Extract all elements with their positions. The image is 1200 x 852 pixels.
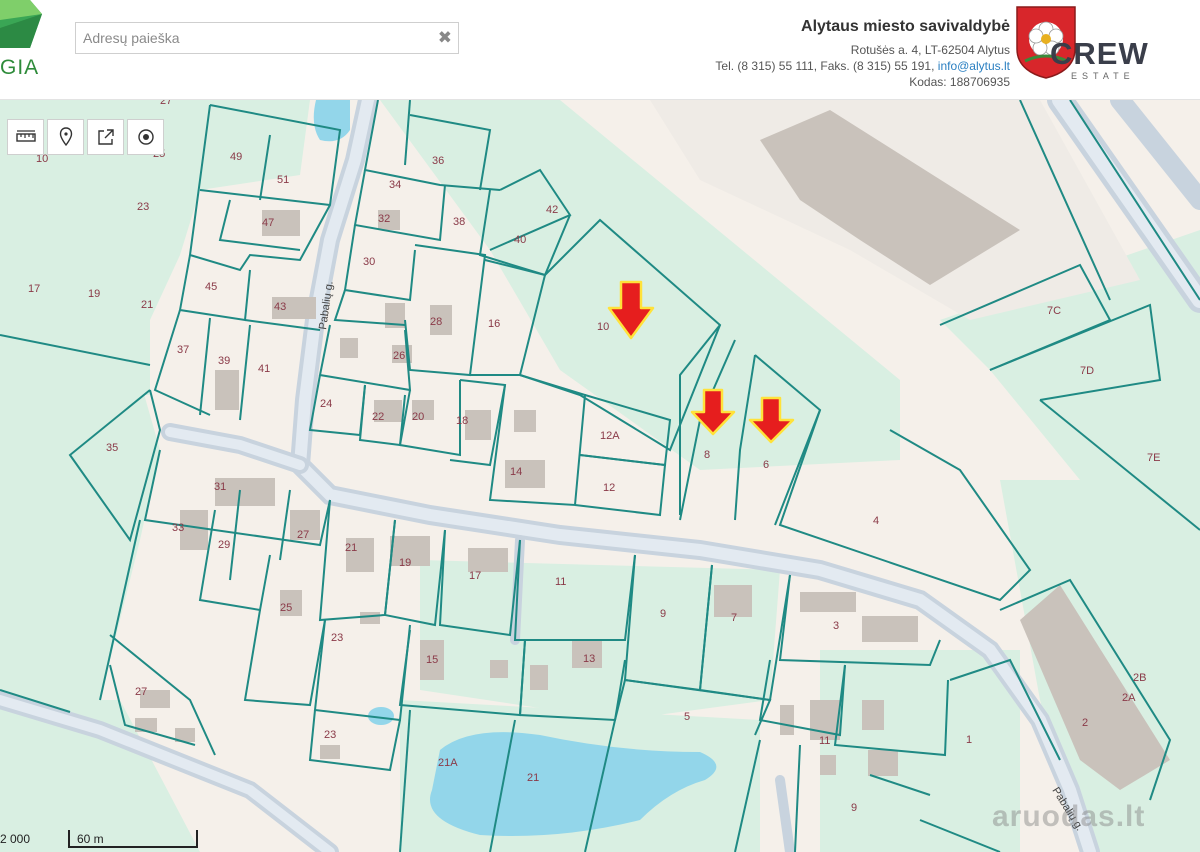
parcel-label: 47 xyxy=(262,217,274,229)
parcel-label: 18 xyxy=(456,415,468,427)
scale-length: 60 m xyxy=(77,832,104,846)
brand-name: CREW xyxy=(1050,36,1149,71)
parcel-label: 29 xyxy=(218,539,230,551)
scale-bar: 2 000 60 m xyxy=(0,830,200,850)
parcel-label: 2 xyxy=(1082,717,1088,729)
parcel-label: 12A xyxy=(600,430,620,442)
parcel-label: 27 xyxy=(160,100,172,107)
parcel-label: 27 xyxy=(297,529,309,541)
parcel-label: 19 xyxy=(88,288,100,300)
parcel-label: 7C xyxy=(1047,305,1061,317)
parcel-label: 27 xyxy=(135,686,147,698)
parcel-label: 22 xyxy=(372,411,384,423)
parcel-label: 9 xyxy=(851,802,857,814)
parcel-label: 14 xyxy=(510,466,522,478)
parcel-label: 12 xyxy=(603,482,615,494)
parcel-label: 28 xyxy=(430,316,442,328)
parcel-label: 40 xyxy=(514,234,526,246)
parcel-label: 11 xyxy=(819,735,830,747)
parcel-label: 23 xyxy=(331,632,343,644)
parcel-label: 19 xyxy=(399,557,411,569)
location-pin-icon xyxy=(59,127,72,147)
municipality-phone: Tel. (8 315) 55 111, Faks. (8 315) 55 19… xyxy=(715,59,935,73)
parcel-label: 17 xyxy=(469,570,481,582)
parcel-label: 33 xyxy=(172,522,184,534)
parcel-label: 49 xyxy=(230,151,242,163)
parcel-label: 25 xyxy=(280,602,292,614)
header: GIA ✖ Alytaus miesto savivaldybė Rotušės… xyxy=(0,0,1200,100)
parcel-label: 23 xyxy=(324,729,336,741)
geoportal-logo[interactable]: GIA xyxy=(0,0,60,100)
scale-ratio: 2 000 xyxy=(0,832,31,846)
parcel-label: 13 xyxy=(583,653,595,665)
parcel-label: 30 xyxy=(363,256,375,268)
parcel-label: 45 xyxy=(205,281,217,293)
logo-text: GIA xyxy=(0,56,40,79)
parcel-label: 39 xyxy=(218,355,230,367)
parcel-label: 35 xyxy=(106,442,118,454)
parcel-label: 21A xyxy=(438,757,458,769)
parcel-label: 36 xyxy=(432,155,444,167)
municipality-email-link[interactable]: info@alytus.lt xyxy=(938,59,1010,73)
parcel-label: 2B xyxy=(1133,672,1146,684)
municipality-address: Rotušės a. 4, LT-62504 Alytus xyxy=(850,43,1010,57)
locate-tool-button[interactable] xyxy=(47,119,84,155)
parcel-label: 11 xyxy=(555,576,566,588)
parcel-label: 17 xyxy=(28,283,40,295)
parcel-label: 3 xyxy=(833,620,839,632)
parcel-label: 20 xyxy=(412,411,424,423)
parcel-label: 32 xyxy=(378,213,390,225)
parcel-label: 1 xyxy=(966,734,972,746)
parcel-label: 7D xyxy=(1080,365,1094,377)
municipality-contacts: Tel. (8 315) 55 111, Faks. (8 315) 55 19… xyxy=(715,58,1010,74)
parcel-label: 2A xyxy=(1122,692,1136,704)
parcel-label: 6 xyxy=(763,459,769,471)
parcel-label: 16 xyxy=(488,318,500,330)
share-tool-button[interactable] xyxy=(87,119,124,155)
parcel-label: 34 xyxy=(389,179,401,191)
municipality-name: Alytaus miesto savivaldybė xyxy=(801,18,1010,35)
parcel-label: 4 xyxy=(873,515,879,527)
clear-icon[interactable]: ✖ xyxy=(438,28,452,48)
parcel-label: 5 xyxy=(684,711,690,723)
parcel-label: 7E xyxy=(1147,452,1160,464)
parcel-label: 31 xyxy=(214,481,226,493)
address-search: ✖ xyxy=(75,22,459,54)
parcel-label: 15 xyxy=(426,654,438,666)
ruler-icon xyxy=(15,130,36,142)
municipality-code: Kodas: 188706935 xyxy=(909,75,1010,89)
parcel-label: 23 xyxy=(137,201,149,213)
parcel-label: 21 xyxy=(141,299,153,311)
parcel-label: 26 xyxy=(393,350,405,362)
share-icon xyxy=(97,129,114,145)
parcel-label: 9 xyxy=(660,608,666,620)
parcel-label: 43 xyxy=(274,301,286,313)
parcel-label: 24 xyxy=(320,398,332,410)
parcel-label: 38 xyxy=(453,216,465,228)
brand-subtitle: ESTATE xyxy=(1071,71,1135,81)
map-canvas: 49 51 47 36 34 32 38 42 40 30 45 43 28 1… xyxy=(0,100,1200,852)
address-search-input[interactable] xyxy=(76,23,416,53)
logo-icon xyxy=(0,0,42,48)
cadastral-map[interactable]: 49 51 47 36 34 32 38 42 40 30 45 43 28 1… xyxy=(0,100,1200,852)
parcel-label: 7 xyxy=(731,612,737,624)
measure-tool-button[interactable] xyxy=(7,119,44,155)
target-icon xyxy=(137,129,154,145)
target-tool-button[interactable] xyxy=(127,119,164,155)
watermark: aruodas.lt xyxy=(992,800,1146,833)
parcel-label: 41 xyxy=(258,363,270,375)
map-toolbar xyxy=(7,119,164,155)
parcel-label: 42 xyxy=(546,204,558,216)
parcel-label: 10 xyxy=(597,321,609,333)
parcel-label: 8 xyxy=(704,449,710,461)
parcel-label: 21 xyxy=(345,542,357,554)
parcel-label: 51 xyxy=(277,174,289,186)
municipality-info: Alytaus miesto savivaldybė Rotušės a. 4,… xyxy=(715,18,1010,90)
parcel-label: 21 xyxy=(527,772,539,784)
parcel-label: 37 xyxy=(177,344,189,356)
